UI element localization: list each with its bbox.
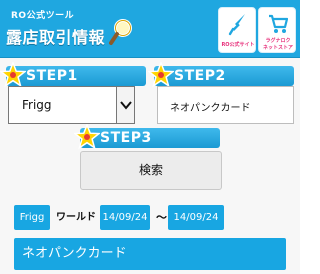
server-select-value: Frigg [22, 98, 52, 112]
app-title[interactable]: 露店取引情報 [6, 24, 105, 48]
official-site-label: RO公式サイト [221, 42, 255, 48]
keyword-input-value: ネオパンクカード [170, 103, 251, 114]
step3-header: STEP3 [74, 124, 220, 150]
magnifier-icon [109, 19, 132, 45]
world-label: ワールド [56, 212, 96, 223]
app-subtitle: RO公式ツール [11, 11, 75, 21]
net-store-label-line1: ラグナロク [265, 38, 291, 44]
step3-label: STEP3 [100, 130, 152, 146]
date-to-chip: 14/09/24 [168, 205, 224, 230]
star-icon [74, 124, 100, 150]
step1-label: STEP1 [26, 68, 78, 84]
official-site-button[interactable]: RO公式サイト [218, 7, 256, 53]
step1-header: STEP1 [0, 62, 146, 88]
step2-header: STEP2 [148, 62, 294, 88]
step2-label: STEP2 [174, 68, 226, 84]
sword-icon [228, 14, 245, 36]
chevron-down-icon [120, 101, 132, 110]
net-store-label-line2: ネットストア [262, 45, 293, 51]
dropdown-toggle[interactable] [116, 86, 135, 124]
star-icon [148, 62, 174, 88]
result-server-chip: Frigg [14, 205, 50, 230]
server-select[interactable]: Frigg [8, 86, 135, 124]
search-button[interactable]: 検索 [80, 151, 222, 190]
keyword-input[interactable]: ネオパンクカード [157, 86, 294, 124]
date-separator: ～ [156, 211, 167, 224]
shopping-cart-icon [269, 14, 288, 33]
star-icon [0, 62, 26, 88]
app-header: RO公式ツール 露店取引情報 RO公式サイト ラグナロク ネットストア [0, 0, 300, 58]
net-store-button[interactable]: ラグナロク ネットストア [258, 7, 296, 53]
result-item-banner: ネオパンクカード [14, 238, 286, 270]
date-from-chip: 14/09/24 [100, 205, 150, 230]
